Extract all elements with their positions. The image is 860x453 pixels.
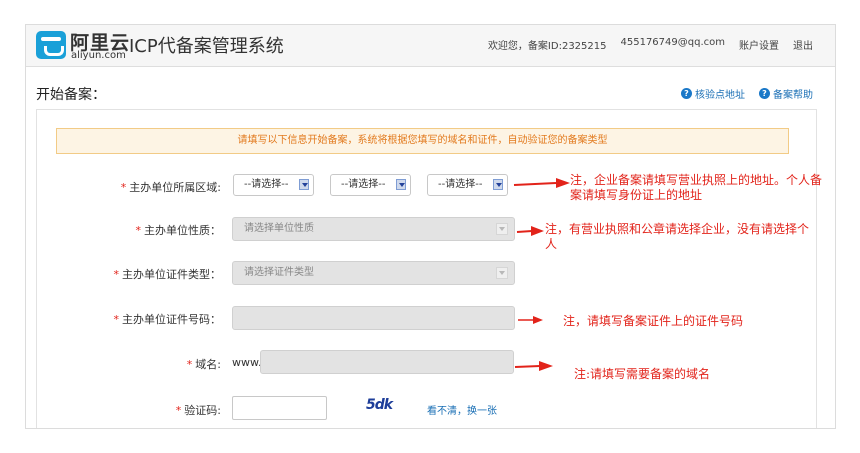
annotation-arrows	[513, 178, 570, 371]
arrow-right-icon	[518, 316, 543, 324]
arrow-right-icon	[514, 361, 553, 371]
arrow-right-icon	[516, 226, 544, 236]
arrow-right-icon	[513, 178, 570, 188]
